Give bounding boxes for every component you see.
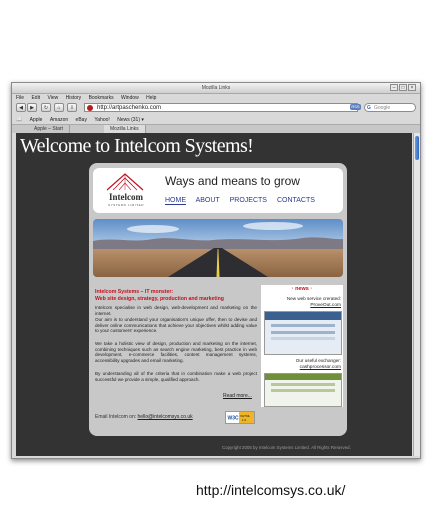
nav-home[interactable]: HOME: [165, 197, 186, 205]
bookmark-apple[interactable]: Apple: [30, 117, 43, 123]
news-item-2-label: Our useful exchanger:: [295, 358, 341, 363]
proveout-thumbnail[interactable]: [264, 311, 342, 355]
copyright-text: Copyright 2005 by Intelcom Systems Limit…: [222, 445, 351, 450]
download-button[interactable]: ⇩: [67, 103, 77, 112]
bookmark-yahoo[interactable]: Yahoo!: [94, 117, 109, 123]
close-button[interactable]: ×: [408, 84, 416, 91]
email-link[interactable]: hello@intelcomsys.co.uk: [138, 414, 193, 420]
search-input[interactable]: G Google: [364, 103, 416, 112]
site-card: Intelcom SYSTEMS LIMITED Ways and means …: [89, 163, 347, 436]
minimize-button[interactable]: –: [390, 84, 398, 91]
menu-view[interactable]: View: [47, 95, 58, 101]
navigation-toolbar: ◀ ▶ ↻ ⌂ ⇩ http://artpaschenko.com RSS G …: [12, 102, 420, 115]
tab-mozilla-links[interactable]: Mozilla Links: [104, 125, 146, 133]
intro-title-line-2: Web site design, strategy, production an…: [95, 295, 224, 302]
address-text: http://artpaschenko.com: [97, 105, 162, 111]
hero-road-image: [93, 219, 343, 277]
paragraph-2: Our aim is to understand your organisati…: [95, 317, 257, 334]
paragraph-4: By understanding all of the criteria tha…: [95, 371, 257, 382]
home-button[interactable]: ⌂: [54, 103, 64, 112]
w3c-xhtml-badge-icon[interactable]: W3C XHTML 1.0: [225, 411, 255, 424]
news-item-1-label: New web service crerated:: [286, 296, 341, 301]
rss-icon[interactable]: RSS: [350, 104, 361, 110]
tab-bar: Apple – Start Mozilla Links: [12, 124, 420, 133]
paragraph-3: We take a holistic view of design, produ…: [95, 341, 257, 363]
menu-edit[interactable]: Edit: [31, 95, 40, 101]
nav-projects[interactable]: PROJECTS: [230, 197, 267, 204]
bookmark-news[interactable]: News (31) ▾: [117, 117, 144, 123]
paragraph-1: Intelcom specialise in web design, web-d…: [95, 305, 257, 316]
news-column: · news · New web service crerated: Prove…: [261, 285, 343, 407]
vertical-scrollbar[interactable]: [413, 133, 420, 456]
page-content: Welcome to Intelcom Systems! Intelcom SY…: [16, 133, 412, 456]
tagline: Ways and means to grow: [165, 174, 300, 188]
browser-window: Mozilla Links – □ × File Edit View Histo…: [11, 82, 421, 459]
news-item-1-link[interactable]: ProveOut.com: [263, 303, 341, 308]
news-item-2-link[interactable]: cashprocessor.com: [263, 365, 341, 370]
menu-bookmarks[interactable]: Bookmarks: [89, 95, 114, 101]
reload-button[interactable]: ↻: [41, 103, 51, 112]
menu-bar: File Edit View History Bookmarks Window …: [12, 94, 420, 102]
address-bar[interactable]: http://artpaschenko.com: [84, 103, 358, 112]
bookmark-amazon[interactable]: Amazon: [50, 117, 68, 123]
read-more-link[interactable]: Read more...: [223, 393, 252, 399]
welcome-heading: Welcome to Intelcom Systems!: [20, 135, 254, 157]
main-text: Intelcom Systems – IT monster: Web site …: [95, 289, 257, 401]
cashprocessor-thumbnail[interactable]: [264, 373, 342, 407]
menu-history[interactable]: History: [66, 95, 82, 101]
scroll-thumb[interactable]: [415, 136, 419, 160]
google-search-icon: G: [367, 105, 371, 111]
back-button[interactable]: ◀: [16, 103, 26, 112]
intro-title: Intelcom Systems – IT monster: Web site …: [95, 289, 257, 302]
bookmarks-book-icon[interactable]: 📖: [16, 117, 22, 123]
intelcom-logo-icon: [106, 173, 144, 191]
caption-url: http://intelcomsys.co.uk/: [196, 482, 346, 498]
site-favicon-icon: [87, 105, 93, 111]
title-bar: Mozilla Links – □ ×: [12, 83, 420, 94]
svg-text:W3C: W3C: [228, 416, 240, 422]
svg-text:1.0: 1.0: [242, 418, 247, 422]
menu-file[interactable]: File: [16, 95, 24, 101]
search-placeholder: Google: [374, 105, 391, 111]
logo-subtitle: SYSTEMS LIMITED: [107, 203, 144, 207]
email-line: Email Intelcom on: hello@intelcomsys.co.…: [95, 414, 193, 420]
nav-contacts[interactable]: CONTACTS: [277, 197, 315, 204]
logo-name: Intelcom: [109, 192, 143, 202]
forward-button[interactable]: ▶: [27, 103, 37, 112]
menu-help[interactable]: Help: [146, 95, 156, 101]
window-title: Mozilla Links: [201, 85, 231, 91]
email-label: Email Intelcom on:: [95, 414, 137, 420]
nav-about[interactable]: ABOUT: [196, 197, 220, 204]
site-nav: HOME ABOUT PROJECTS CONTACTS: [165, 197, 323, 205]
menu-window[interactable]: Window: [121, 95, 139, 101]
bookmark-ebay[interactable]: eBay: [76, 117, 87, 123]
bookmarks-bar: 📖 Apple Amazon eBay Yahoo! News (31) ▾: [12, 116, 420, 124]
tab-apple-start[interactable]: Apple – Start: [28, 125, 70, 133]
maximize-button[interactable]: □: [399, 84, 407, 91]
site-header: Intelcom SYSTEMS LIMITED Ways and means …: [93, 168, 343, 213]
news-header: · news ·: [291, 286, 313, 292]
